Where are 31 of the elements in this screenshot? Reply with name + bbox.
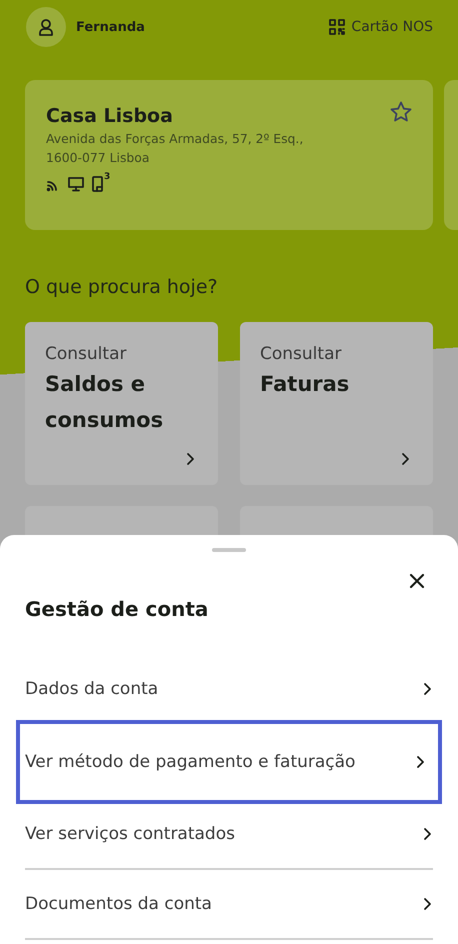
user-name: Fernanda <box>76 20 146 34</box>
chevron-right-icon <box>421 897 433 911</box>
account-title: Casa Lisboa <box>46 105 173 127</box>
section-heading: O que procura hoje? <box>24 275 219 298</box>
tile-label: Consultar <box>45 344 128 364</box>
chevron-right-icon <box>184 452 196 466</box>
phone-icon <box>92 176 104 192</box>
tile-label: Consultar <box>260 344 342 364</box>
menu-item[interactable]: Documentos da conta <box>25 870 433 940</box>
menu-item[interactable]: Ver serviços contratados <box>25 800 433 870</box>
shortcut-tile[interactable]: Consultar Saldos e consumos <box>25 322 218 485</box>
chevron-right-icon <box>421 827 433 841</box>
close-button[interactable] <box>408 572 426 590</box>
chevron-right-icon <box>421 682 433 696</box>
monitor-icon <box>68 177 84 192</box>
avatar-button[interactable] <box>26 7 66 47</box>
line-count: 3 <box>104 172 110 182</box>
tile-title: Faturas <box>260 371 350 398</box>
tile-title: Saldos e consumos <box>45 371 164 434</box>
signal-icon <box>46 178 60 192</box>
shortcut-tile[interactable]: Consultar Faturas <box>240 322 433 485</box>
person-icon <box>38 18 54 36</box>
account-card[interactable]: Casa Lisboa Avenida das Forças Armadas, 57, 2º Esq., 1600-077 Lisboa 3 <box>25 80 433 230</box>
chevron-right-icon <box>399 452 411 466</box>
chevron-right-icon <box>414 755 426 769</box>
qr-code-icon <box>329 19 346 35</box>
account-address: Avenida das Forças Armadas, 57, 2º Esq., 1600-077 Lisboa <box>46 130 304 167</box>
sheet-title: Gestão de conta <box>25 597 210 621</box>
menu-item[interactable]: Dados da conta <box>25 654 433 724</box>
card-link[interactable]: Cartão NOS <box>329 19 433 35</box>
drag-handle[interactable] <box>212 548 246 552</box>
